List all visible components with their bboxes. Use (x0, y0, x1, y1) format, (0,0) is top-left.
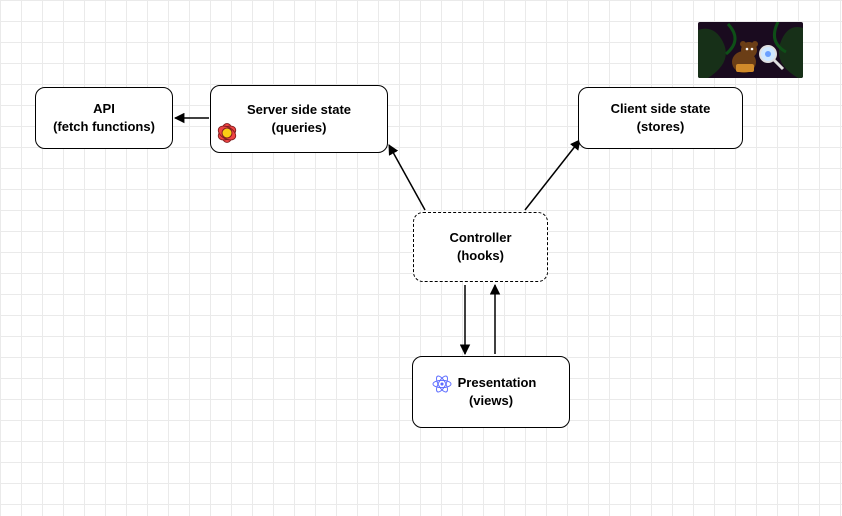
node-api: API (fetch functions) (35, 87, 173, 149)
react-query-flower-icon (209, 115, 245, 154)
node-client-state-title: Client side state (611, 100, 711, 118)
node-api-title: API (93, 100, 115, 118)
node-presentation-subtitle: (views) (469, 392, 513, 410)
react-atom-icon (430, 372, 454, 399)
node-presentation-title: Presentation (458, 374, 537, 392)
node-api-subtitle: (fetch functions) (53, 118, 155, 136)
node-controller-subtitle: (hooks) (457, 247, 504, 265)
node-server-state-subtitle: (queries) (272, 119, 327, 137)
cartoon-thumbnail (698, 22, 803, 78)
node-server-state-title: Server side state (247, 101, 351, 119)
node-client-state-subtitle: (stores) (637, 118, 685, 136)
arrow-controller-to-server (389, 145, 425, 210)
node-client-state: Client side state (stores) (578, 87, 743, 149)
arrow-controller-to-client (525, 140, 580, 210)
node-controller-title: Controller (449, 229, 511, 247)
node-controller: Controller (hooks) (413, 212, 548, 282)
